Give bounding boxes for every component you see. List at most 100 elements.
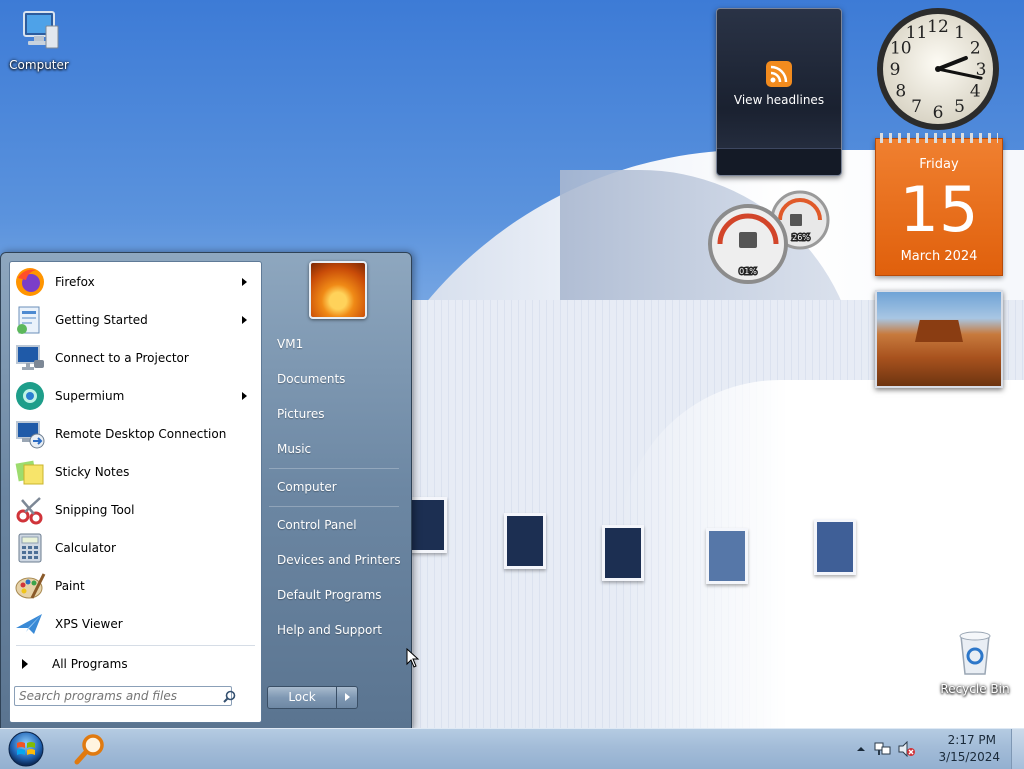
program-label: Firefox bbox=[55, 275, 95, 289]
start-item-label: Control Panel bbox=[277, 518, 357, 532]
clock-numeral: 12 bbox=[927, 17, 949, 37]
xps-viewer-icon bbox=[16, 614, 42, 634]
search-programs-input[interactable] bbox=[14, 686, 232, 706]
program-label: Sticky Notes bbox=[55, 465, 130, 479]
start-item-label: Help and Support bbox=[277, 623, 382, 637]
program-label: Getting Started bbox=[55, 313, 148, 327]
program-remote-desktop[interactable]: Remote Desktop Connection bbox=[12, 416, 259, 452]
desktop-icon-label: Recycle Bin bbox=[940, 682, 1010, 696]
start-item-label: VM1 bbox=[277, 337, 304, 351]
taskbar-search-app-button[interactable] bbox=[68, 731, 112, 767]
wallpaper-window bbox=[602, 525, 644, 581]
feed-label: View headlines bbox=[733, 93, 825, 107]
feed-toolbar bbox=[717, 148, 841, 175]
calendar-gadget[interactable]: Friday 15 March 2024 bbox=[875, 133, 1003, 276]
paint-icon bbox=[15, 573, 46, 599]
program-calculator[interactable]: Calculator bbox=[12, 530, 259, 566]
start-item-default-programs[interactable]: Default Programs bbox=[267, 580, 405, 610]
calendar-rings bbox=[880, 133, 998, 143]
start-item-documents[interactable]: Documents bbox=[267, 364, 405, 394]
clock-numeral: 6 bbox=[933, 103, 944, 123]
rss-icon bbox=[766, 61, 792, 87]
mouse-cursor-icon bbox=[406, 648, 420, 668]
show-hidden-icons-arrow[interactable] bbox=[856, 745, 866, 753]
clock-numeral: 4 bbox=[970, 82, 981, 102]
start-item-label: Documents bbox=[277, 372, 346, 386]
start-item-pictures[interactable]: Pictures bbox=[267, 399, 405, 429]
slideshow-photo bbox=[915, 320, 963, 342]
chevron-right-icon bbox=[22, 659, 28, 669]
program-paint[interactable]: Paint bbox=[12, 568, 259, 604]
remote-desktop-icon bbox=[16, 421, 45, 449]
projector-icon bbox=[16, 345, 44, 370]
magnifier-icon bbox=[74, 734, 104, 765]
cpu-meter-gadget[interactable]: 01% 26% bbox=[706, 190, 832, 286]
all-programs-label: All Programs bbox=[52, 657, 128, 671]
search-icon[interactable] bbox=[223, 690, 236, 703]
submenu-arrow-icon bbox=[242, 278, 247, 286]
clock-numeral: 8 bbox=[895, 82, 906, 102]
wallpaper-window bbox=[706, 528, 748, 584]
program-supermium[interactable]: Supermium bbox=[12, 378, 259, 414]
shutdown-options-button[interactable] bbox=[336, 686, 358, 709]
start-item-control-panel[interactable]: Control Panel bbox=[267, 510, 405, 540]
lock-button[interactable]: Lock bbox=[267, 686, 337, 709]
all-programs-button[interactable]: All Programs bbox=[18, 652, 258, 676]
start-menu-separator bbox=[269, 506, 399, 507]
program-getting-started[interactable]: Getting Started bbox=[12, 302, 259, 338]
program-label: XPS Viewer bbox=[55, 617, 123, 631]
sticky-notes-icon bbox=[15, 460, 44, 485]
clock-numeral: 7 bbox=[911, 97, 922, 117]
all-programs-separator bbox=[16, 645, 255, 646]
start-item-label: Computer bbox=[277, 480, 337, 494]
program-label: Snipping Tool bbox=[55, 503, 135, 517]
volume-muted-icon[interactable] bbox=[898, 741, 916, 757]
clock-numeral: 9 bbox=[890, 60, 901, 80]
cpu-usage-value: 01% bbox=[739, 267, 757, 276]
program-firefox[interactable]: Firefox bbox=[12, 264, 259, 300]
clock-date[interactable]: 3/15/2024 bbox=[938, 750, 1000, 764]
recycle-bin-icon bbox=[959, 631, 991, 675]
calculator-icon bbox=[18, 533, 42, 563]
computer-icon bbox=[23, 11, 59, 49]
start-menu: Firefox Getting Started Connect to a Pro… bbox=[0, 252, 412, 730]
start-item-help-support[interactable]: Help and Support bbox=[267, 615, 405, 645]
feed-headlines-gadget[interactable]: View headlines bbox=[716, 8, 842, 176]
clock-numeral: 1 bbox=[954, 23, 965, 43]
start-item-computer[interactable]: Computer bbox=[267, 472, 405, 502]
start-button[interactable] bbox=[6, 730, 46, 768]
program-sticky-notes[interactable]: Sticky Notes bbox=[12, 454, 259, 490]
supermium-icon bbox=[16, 382, 44, 410]
start-item-label: Music bbox=[277, 442, 312, 456]
program-label: Paint bbox=[55, 579, 85, 593]
start-item-music[interactable]: Music bbox=[267, 434, 405, 464]
start-item-label: Devices and Printers bbox=[277, 553, 401, 567]
chevron-right-icon bbox=[345, 693, 350, 701]
program-xps-viewer[interactable]: XPS Viewer bbox=[12, 606, 259, 642]
program-connect-to-projector[interactable]: Connect to a Projector bbox=[12, 340, 259, 376]
program-label: Supermium bbox=[55, 389, 125, 403]
start-item-user-folder[interactable]: VM1 bbox=[267, 329, 405, 359]
network-icon[interactable] bbox=[874, 741, 892, 757]
calendar-month-year: March 2024 bbox=[900, 249, 978, 264]
program-label: Calculator bbox=[55, 541, 116, 555]
clock-numeral: 2 bbox=[970, 39, 981, 59]
slideshow-gadget[interactable] bbox=[875, 290, 1003, 388]
clock-time[interactable]: 2:17 PM bbox=[948, 733, 996, 747]
calendar-day-name: Friday bbox=[919, 157, 959, 172]
program-snipping-tool[interactable]: Snipping Tool bbox=[12, 492, 259, 528]
calendar-day-number: 15 bbox=[899, 173, 979, 246]
notification-area: 2:17 PM 3/15/2024 bbox=[854, 729, 1024, 769]
programs-pane: Firefox Getting Started Connect to a Pro… bbox=[9, 261, 262, 723]
clock-numeral: 11 bbox=[906, 23, 928, 43]
getting-started-icon bbox=[17, 306, 40, 334]
clock-gadget[interactable]: 12 1234567891011 bbox=[875, 6, 1001, 132]
desktop-icon-label: Computer bbox=[9, 58, 69, 72]
memory-usage-value: 26% bbox=[792, 233, 810, 242]
snipping-tool-icon bbox=[16, 497, 43, 525]
desktop-icon-recycle-bin[interactable]: Recycle Bin bbox=[940, 628, 1010, 696]
desktop-icon-computer[interactable]: Computer bbox=[4, 8, 74, 72]
start-item-devices-printers[interactable]: Devices and Printers bbox=[267, 545, 405, 575]
user-account-picture[interactable] bbox=[309, 261, 367, 319]
show-desktop-button[interactable] bbox=[1011, 729, 1024, 769]
